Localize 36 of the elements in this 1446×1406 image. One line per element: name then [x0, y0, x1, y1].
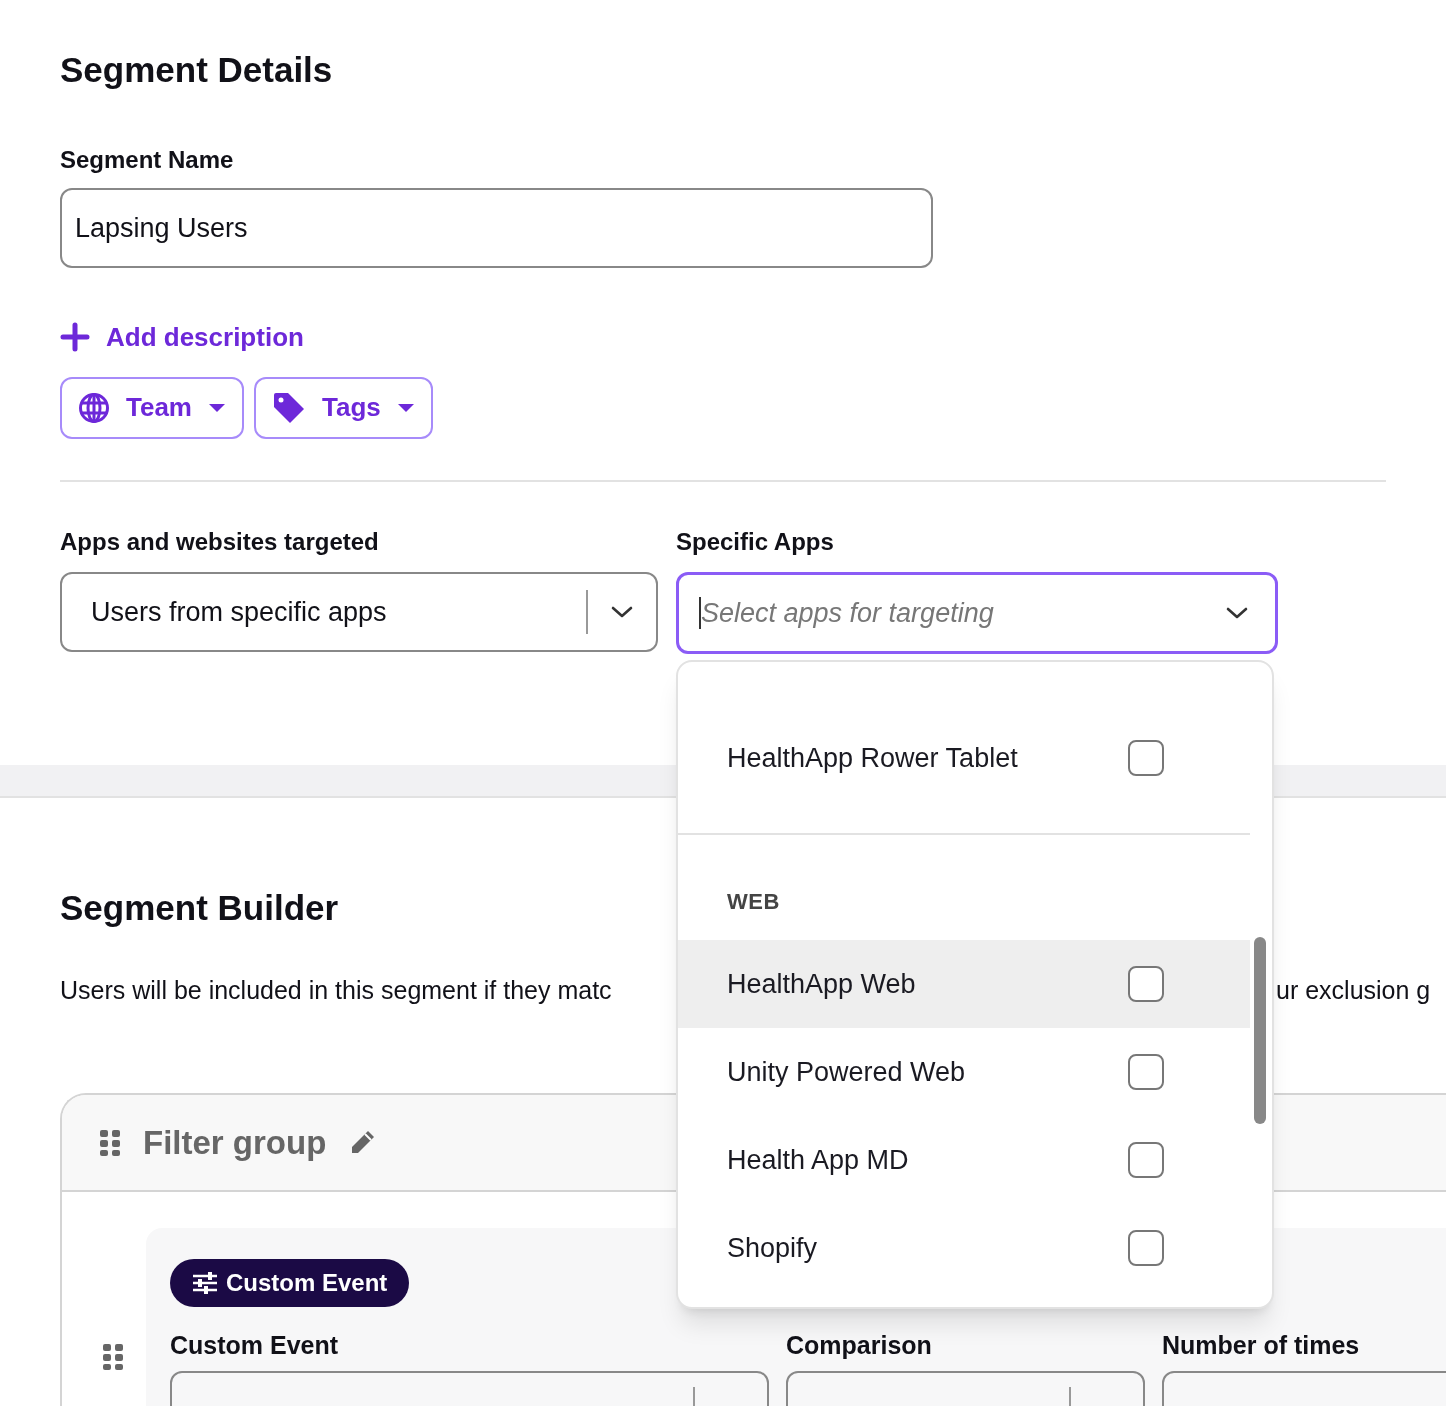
scrollbar[interactable] — [1254, 937, 1266, 1124]
drag-handle-icon[interactable] — [99, 1128, 121, 1157]
description-text: Users will be included in this segment if they matc — [60, 974, 613, 1006]
chevron-down-icon — [1225, 605, 1249, 620]
custom-event-badge: Custom Event — [170, 1259, 410, 1308]
segment-name-field[interactable]: Lapsing Users — [60, 187, 933, 268]
column-label: Number of times — [1162, 1330, 1360, 1362]
tag-icon — [272, 390, 306, 425]
team-dropdown[interactable]: Team — [60, 376, 244, 439]
tags-dropdown[interactable]: Tags — [254, 376, 433, 439]
plus-icon — [60, 322, 90, 353]
checkbox[interactable] — [1128, 1142, 1164, 1178]
specific-apps-select[interactable]: Select apps for targeting — [676, 571, 1278, 654]
app-option[interactable]: HealthApp Web — [678, 940, 1250, 1028]
field-label: Segment Name — [60, 144, 235, 175]
drag-handle-icon[interactable] — [102, 1343, 124, 1372]
description-text: ur exclusion g — [1276, 974, 1432, 1006]
caret-icon — [208, 402, 226, 413]
apps-select[interactable]: Users from specific apps — [60, 571, 658, 652]
checkbox[interactable] — [1128, 740, 1164, 776]
sliders-icon — [192, 1272, 218, 1295]
checkbox[interactable] — [1128, 1230, 1164, 1266]
section-title: Segment Details — [60, 49, 333, 91]
field-label: Specific Apps — [676, 526, 835, 557]
column-label: Comparison — [786, 1330, 932, 1362]
globe-icon — [78, 391, 110, 424]
add-description-link[interactable]: Add description — [60, 317, 304, 357]
caret-icon — [396, 402, 415, 413]
checkbox[interactable] — [1128, 966, 1164, 1002]
group-header: WEB — [727, 889, 780, 914]
chevron-down-icon — [610, 604, 634, 619]
checkbox[interactable] — [1128, 1054, 1164, 1090]
column-label: Custom Event — [170, 1330, 339, 1362]
section-title: Segment Builder — [60, 887, 339, 929]
field-label: Apps and websites targeted — [60, 526, 380, 557]
filter-group-title: Filter group — [143, 1123, 327, 1163]
